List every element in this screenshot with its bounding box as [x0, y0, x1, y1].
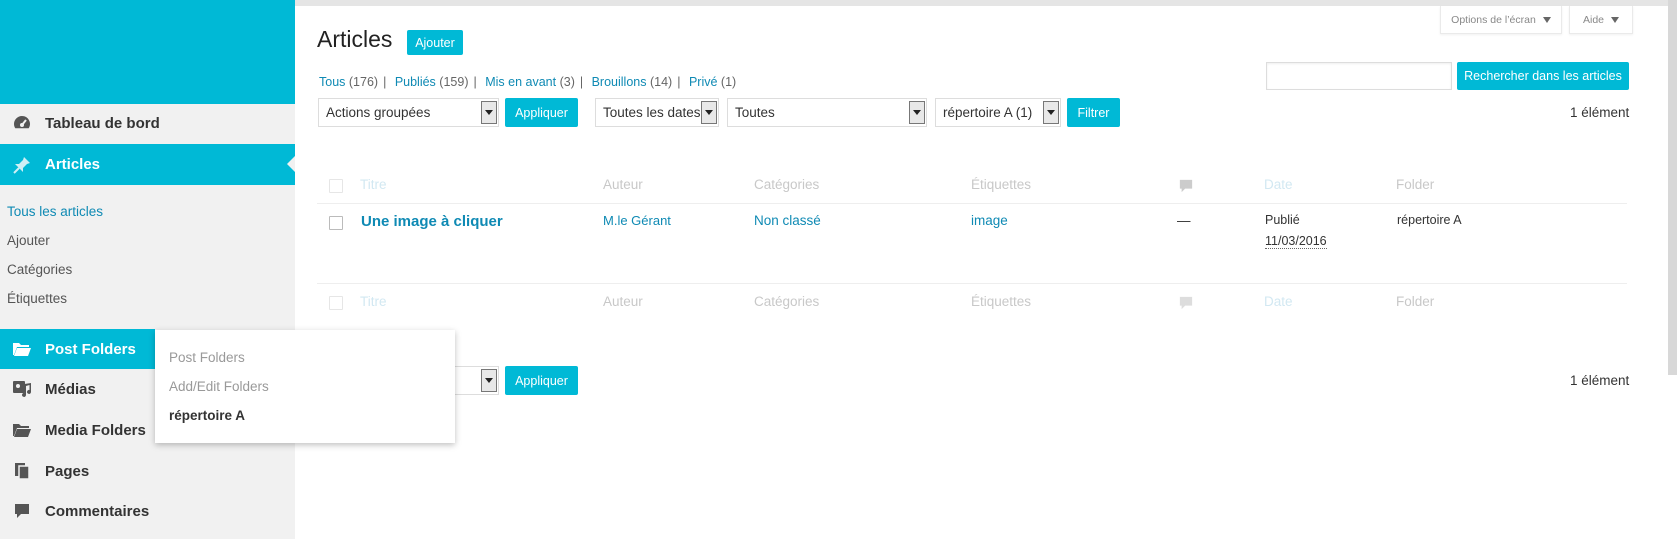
submenu-categories[interactable]: Catégories — [7, 262, 72, 277]
column-footer-folder: Folder — [1396, 294, 1435, 309]
select-all-checkbox[interactable] — [329, 179, 343, 193]
items-count-bottom: 1 élément — [1570, 373, 1630, 388]
search-input[interactable] — [1266, 62, 1452, 90]
flyout-add-edit-folders[interactable]: Add/Edit Folders — [169, 379, 269, 394]
media-icon — [10, 380, 34, 398]
active-menu-arrow — [287, 156, 295, 172]
categories-select[interactable]: Toutes — [727, 98, 927, 127]
help-tab[interactable]: Aide — [1569, 6, 1633, 34]
filter-published-link[interactable]: Publiés — [395, 75, 436, 89]
submenu-add[interactable]: Ajouter — [7, 233, 50, 248]
status-filter-links: Tous (176) | Publiés (159) | Mis en avant … — [319, 75, 737, 89]
filter-published-count: (159) — [439, 75, 469, 89]
filter-sticky-link[interactable]: Mis en avant — [485, 75, 556, 89]
column-header-tags: Étiquettes — [971, 177, 1032, 192]
chevron-down-icon — [1542, 16, 1551, 23]
filter-drafts-count: (14) — [649, 75, 673, 89]
comment-icon — [1179, 296, 1193, 313]
column-header-categories: Catégories — [754, 177, 820, 192]
column-footer-author: Auteur — [603, 294, 643, 309]
comment-icon — [10, 503, 34, 519]
items-count: 1 élément — [1570, 105, 1630, 120]
chevron-down-icon — [481, 369, 497, 392]
select-all-checkbox-footer[interactable] — [329, 296, 343, 310]
row-comments: — — [1177, 213, 1191, 228]
column-footer-date[interactable]: Date — [1264, 294, 1293, 309]
admin-sidebar: Tableau de bord Articles Tous les articl… — [0, 0, 295, 539]
comment-icon — [1179, 179, 1193, 196]
column-footer-tags: Étiquettes — [971, 294, 1032, 309]
screen-options-tab[interactable]: Options de l’écran — [1440, 6, 1562, 34]
sidebar-item-label: Post Folders — [45, 340, 136, 358]
row-author-link[interactable]: M.le Gérant — [603, 213, 671, 228]
filter-private-count: (1) — [720, 75, 737, 89]
scrollbar[interactable] — [1668, 0, 1677, 375]
folder-select[interactable]: répertoire A (1) — [935, 98, 1061, 127]
filter-sticky-count: (3) — [559, 75, 575, 89]
filter-drafts-link[interactable]: Brouillons — [592, 75, 647, 89]
row-tag-link[interactable]: image — [971, 213, 1008, 228]
page-title: Articles — [317, 26, 393, 52]
screen-options-label: Options de l’écran — [1451, 13, 1536, 26]
sidebar-item-articles[interactable]: Articles — [0, 144, 295, 185]
help-label: Aide — [1582, 13, 1604, 26]
bulk-actions-select[interactable]: Actions groupées — [318, 98, 499, 127]
row-date: 11/03/2016 — [1265, 234, 1327, 249]
chevron-down-icon — [701, 101, 717, 124]
sidebar-item-label: Commentaires — [45, 502, 150, 520]
row-category-link[interactable]: Non classé — [754, 213, 821, 228]
submenu-all-articles[interactable]: Tous les articles — [7, 204, 103, 219]
row-title-link[interactable]: Une image à cliquer — [361, 213, 503, 230]
bulk-apply-button[interactable]: Appliquer — [505, 98, 578, 127]
add-article-button[interactable]: Ajouter — [407, 30, 463, 55]
sidebar-item-label: Pages — [45, 462, 90, 480]
folder-icon — [10, 341, 34, 357]
pin-icon — [10, 156, 34, 174]
sidebar-item-label: Articles — [45, 156, 101, 173]
flyout-post-folders[interactable]: Post Folders — [169, 350, 245, 365]
column-header-author: Auteur — [603, 177, 643, 192]
column-footer-title[interactable]: Titre — [360, 294, 387, 309]
row-folder: répertoire A — [1397, 213, 1462, 227]
post-folders-flyout: Post Folders Add/Edit Folders répertoire… — [155, 330, 455, 443]
sidebar-brand-area — [0, 0, 295, 104]
table-divider — [317, 283, 1627, 284]
chevron-down-icon — [909, 101, 925, 124]
column-header-title[interactable]: Titre — [360, 177, 387, 192]
folder-icon — [10, 422, 34, 438]
row-status: Publié — [1265, 213, 1300, 227]
folder-value: répertoire A (1) — [943, 105, 1033, 120]
dashboard-icon — [10, 114, 34, 132]
chevron-down-icon — [1611, 16, 1619, 23]
search-articles-button[interactable]: Rechercher dans les articles — [1457, 62, 1629, 90]
sidebar-item-comments[interactable]: Commentaires — [0, 491, 295, 531]
submenu-tags[interactable]: Étiquettes — [7, 291, 67, 306]
sidebar-item-pages[interactable]: Pages — [0, 451, 295, 491]
pages-icon — [10, 462, 34, 480]
sidebar-item-dashboard[interactable]: Tableau de bord — [0, 103, 295, 143]
column-header-folder: Folder — [1396, 177, 1435, 192]
sidebar-item-label: Tableau de bord — [45, 114, 160, 132]
table-divider — [317, 203, 1627, 204]
filter-all-count: (176) — [348, 75, 379, 89]
bulk-apply-button-bottom[interactable]: Appliquer — [505, 366, 578, 395]
categories-value: Toutes — [735, 105, 775, 120]
flyout-folder-repertoire-a[interactable]: répertoire A — [169, 408, 245, 423]
sidebar-item-label: Médias — [45, 380, 96, 398]
dates-value: Toutes les dates — [603, 105, 701, 120]
column-footer-categories: Catégories — [754, 294, 820, 309]
column-header-date[interactable]: Date — [1264, 177, 1293, 192]
filter-all-link[interactable]: Tous — [319, 75, 345, 89]
sidebar-item-post-folders[interactable]: Post Folders — [0, 329, 155, 369]
chevron-down-icon — [481, 101, 497, 124]
dates-select[interactable]: Toutes les dates — [595, 98, 719, 127]
sidebar-item-label: Media Folders — [45, 421, 146, 439]
filter-private-link[interactable]: Privé — [689, 75, 717, 89]
chevron-down-icon — [1043, 101, 1059, 124]
bulk-actions-value: Actions groupées — [326, 105, 431, 120]
row-checkbox[interactable] — [329, 216, 343, 230]
filter-button[interactable]: Filtrer — [1067, 98, 1120, 127]
